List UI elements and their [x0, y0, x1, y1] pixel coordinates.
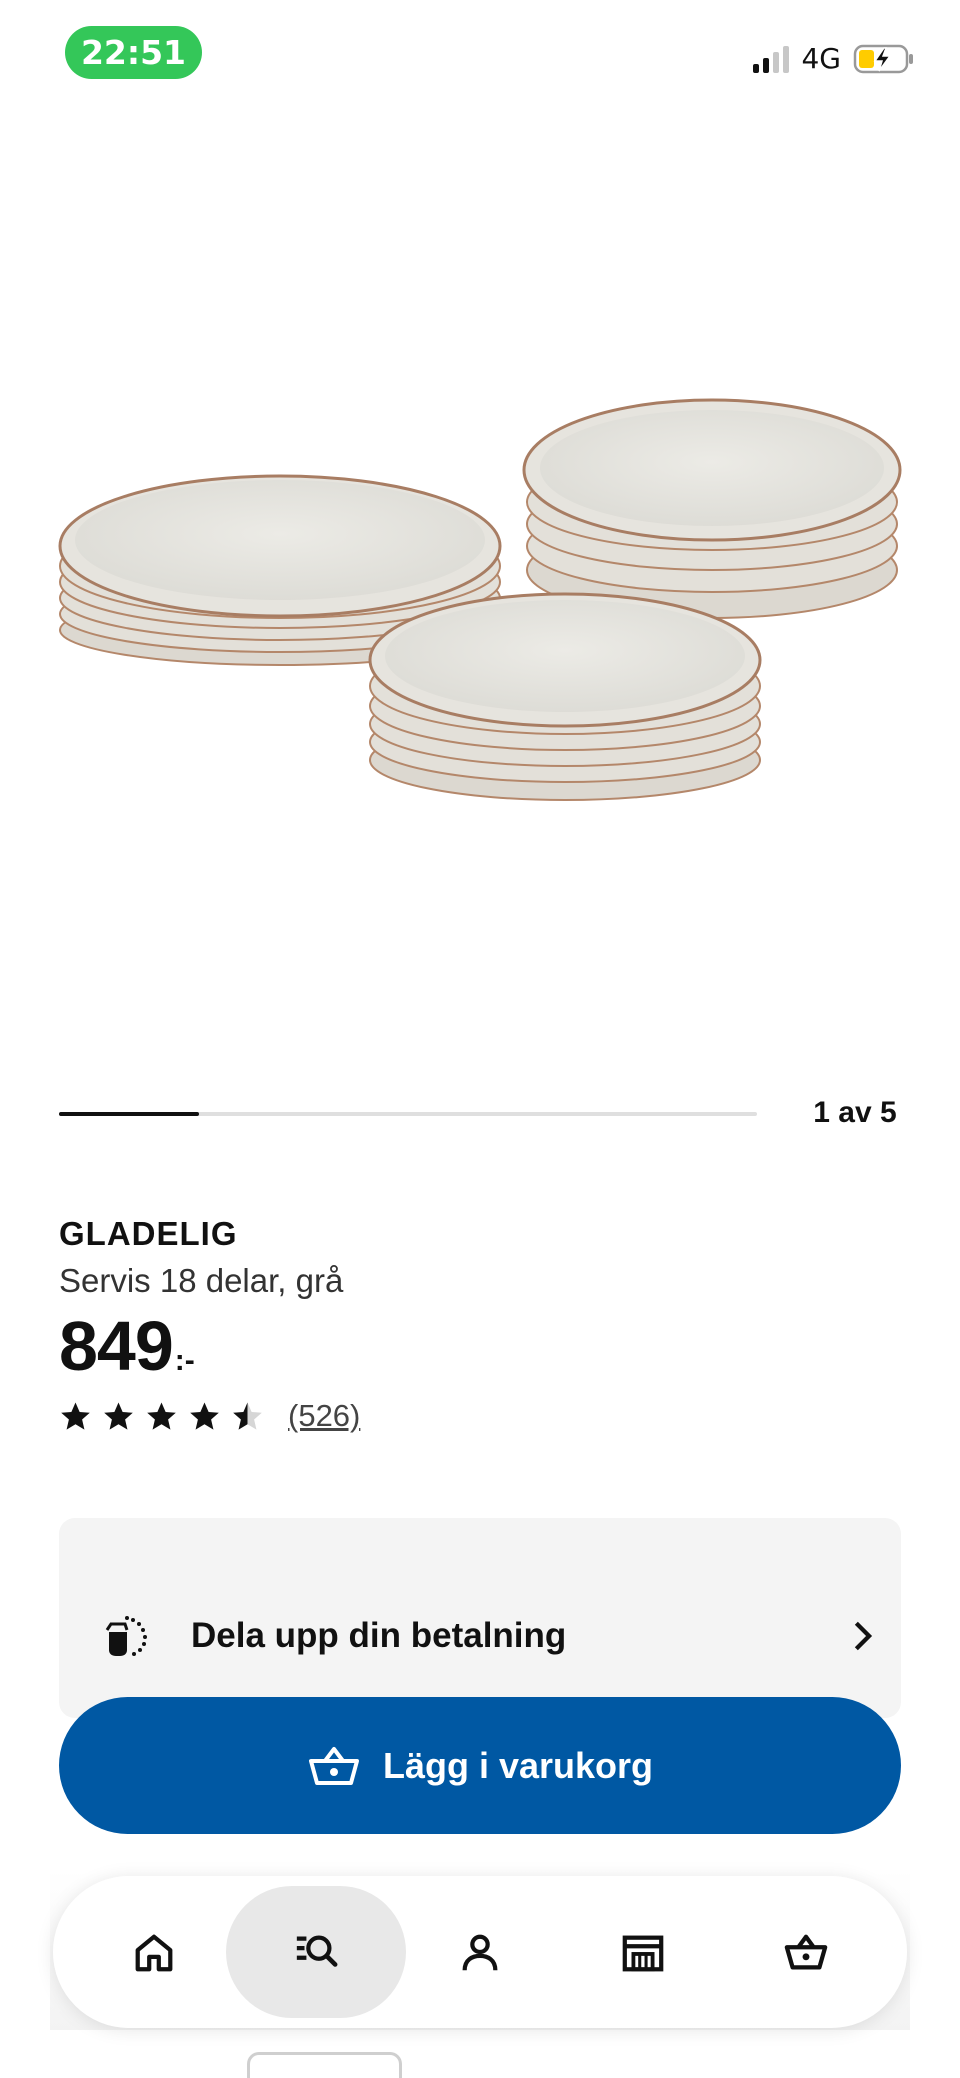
star-icon	[61, 1401, 90, 1430]
battery-icon	[853, 44, 913, 73]
split-payment-label: Dela upp din betalning	[191, 1616, 567, 1655]
add-to-cart-button[interactable]: Lägg i varukorg	[59, 1697, 901, 1834]
star-icon	[147, 1401, 176, 1430]
gallery-progress-bar	[59, 1112, 757, 1116]
basket-icon	[308, 1746, 359, 1785]
product-image[interactable]	[0, 330, 960, 890]
gallery-page-counter: 1 av 5	[813, 1096, 897, 1129]
tab-cart[interactable]	[731, 1898, 881, 2008]
tab-profile[interactable]	[405, 1898, 555, 2008]
tab-stores[interactable]	[568, 1898, 718, 2008]
price-value: 849	[59, 1307, 174, 1385]
store-icon	[622, 1935, 664, 1972]
home-icon	[135, 1934, 173, 1972]
search-icon	[296, 1935, 338, 1967]
status-indicators: 4G	[753, 42, 915, 75]
review-count-link[interactable]: (526)	[288, 1398, 360, 1434]
tab-home[interactable]	[79, 1898, 229, 2008]
basket-icon	[784, 1934, 828, 1970]
product-price: 849 :-	[59, 1306, 195, 1386]
product-name: GLADELIG	[59, 1215, 238, 1252]
split-payment-row[interactable]: Dela upp din betalning	[99, 1608, 879, 1664]
gallery-progress-fill	[59, 1112, 199, 1116]
network-label: 4G	[801, 42, 841, 75]
product-rating[interactable]: (526)	[59, 1398, 360, 1434]
price-suffix: :-	[174, 1344, 195, 1377]
profile-icon	[462, 1934, 498, 1971]
split-payment-icon	[105, 1616, 147, 1656]
signal-icon	[753, 45, 790, 73]
star-icon	[104, 1401, 133, 1430]
tab-search[interactable]	[226, 1886, 406, 2018]
chevron-right-icon	[854, 1621, 873, 1651]
half-star-icon	[233, 1401, 262, 1430]
bottom-tab-bar	[53, 1876, 907, 2028]
add-to-cart-label: Lägg i varukorg	[382, 1744, 654, 1786]
payment-card: Dela upp din betalning	[59, 1518, 901, 1718]
status-time: 22:51	[65, 26, 202, 79]
home-indicator	[247, 2052, 402, 2078]
star-icon	[190, 1401, 219, 1430]
product-description: Servis 18 delar, grå	[59, 1262, 344, 1299]
